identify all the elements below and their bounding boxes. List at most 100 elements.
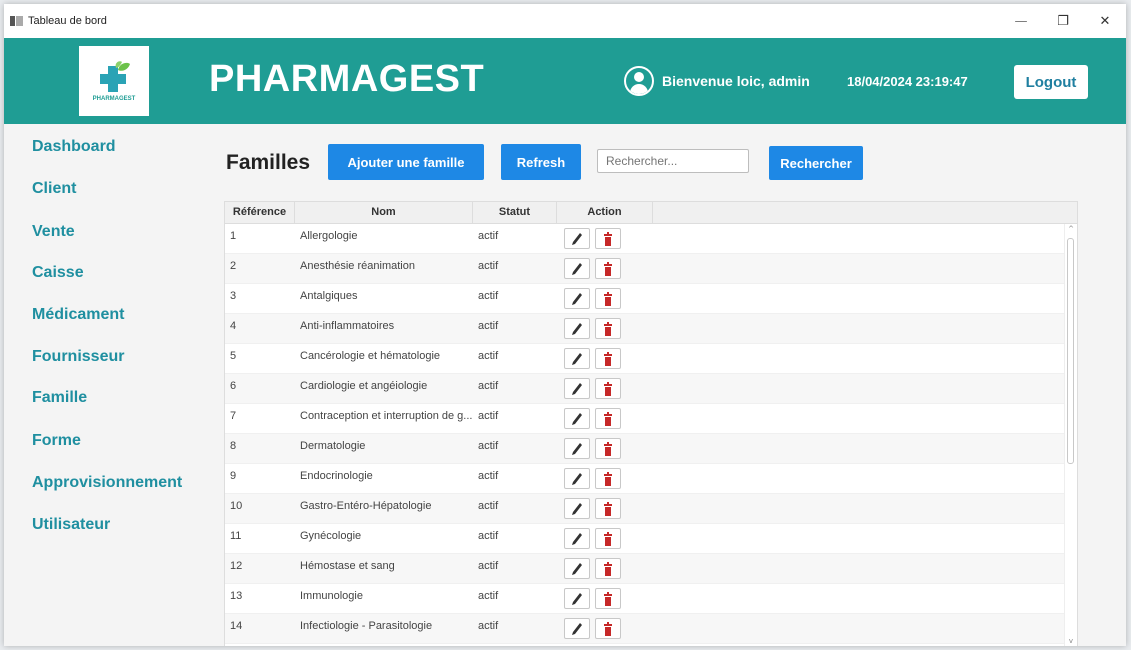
sidebar-item-approvisionnement[interactable]: Approvisionnement [32,474,182,492]
edit-button[interactable] [564,618,590,639]
table-row[interactable]: 14 Infectiologie - Parasitologie actif [225,614,1077,644]
delete-button[interactable] [595,348,621,369]
table-row[interactable]: 13 Immunologie actif [225,584,1077,614]
column-header-action[interactable]: Action [557,202,653,223]
pencil-icon [572,322,582,335]
edit-button[interactable] [564,528,590,549]
minimize-button[interactable]: — [1000,6,1042,36]
scroll-up-icon[interactable]: ^ [1067,225,1075,233]
table-row[interactable]: 4 Anti-inflammatoires actif [225,314,1077,344]
edit-button[interactable] [564,258,590,279]
delete-button[interactable] [595,498,621,519]
table-row[interactable]: 5 Cancérologie et hématologie actif [225,344,1077,374]
search-input[interactable] [597,149,749,173]
cell-reference: 13 [230,590,243,602]
minimize-icon: — [1014,13,1028,29]
scroll-down-icon[interactable]: v [1067,637,1075,645]
edit-button[interactable] [564,558,590,579]
close-window-button[interactable]: ✕ [1084,6,1126,36]
table-row[interactable]: 11 Gynécologie actif [225,524,1077,554]
sidebar-item-vente[interactable]: Vente [32,223,75,241]
pencil-icon [572,232,582,245]
edit-button[interactable] [564,228,590,249]
trash-icon [604,261,612,276]
cell-reference: 4 [230,320,237,332]
edit-button[interactable] [564,588,590,609]
sidebar-item-client[interactable]: Client [32,180,76,198]
search-button[interactable]: Rechercher [769,146,863,180]
table-row[interactable]: 12 Hémostase et sang actif [225,554,1077,584]
trash-icon [604,561,612,576]
table-row[interactable]: 2 Anesthésie réanimation actif [225,254,1077,284]
column-header-nom[interactable]: Nom [295,202,473,223]
trash-icon [604,471,612,486]
trash-icon [604,591,612,606]
delete-button[interactable] [595,318,621,339]
delete-button[interactable] [595,408,621,429]
trash-icon [604,291,612,306]
brand-title: PHARMAGEST [209,58,485,100]
sidebar-item-medicament[interactable]: Médicament [32,306,124,324]
maximize-button[interactable]: ❐ [1042,6,1084,36]
cell-statut: actif [473,644,557,646]
cell-reference: 11 [230,530,242,542]
trash-icon [604,411,612,426]
edit-button[interactable] [564,498,590,519]
edit-button[interactable] [564,378,590,399]
cell-reference: 9 [230,470,237,482]
trash-icon [604,321,612,336]
cell-statut: actif [478,440,499,452]
scroll-thumb[interactable] [1067,238,1074,464]
table-row[interactable]: 15Métabolisme et nutritionactif [225,644,1077,646]
delete-button[interactable] [595,438,621,459]
cell-nom: Anesthésie réanimation [300,260,415,272]
edit-button[interactable] [564,288,590,309]
cell-nom: Dermatologie [300,440,366,452]
logout-button[interactable]: Logout [1014,65,1088,99]
user-info: Bienvenue loic, admin [624,66,810,96]
pharmacy-cross-icon [100,61,130,92]
column-header-statut[interactable]: Statut [473,202,557,223]
delete-button[interactable] [595,468,621,489]
table-row[interactable]: 9 Endocrinologie actif [225,464,1077,494]
sidebar-item-famille[interactable]: Famille [32,389,87,407]
table-row[interactable]: 7 Contraception et interruption de g... ac… [225,404,1077,434]
cell-nom: Anti-inflammatoires [300,320,395,332]
delete-button[interactable] [595,258,621,279]
delete-button[interactable] [595,618,621,639]
pencil-icon [572,262,582,275]
delete-button[interactable] [595,228,621,249]
edit-button[interactable] [564,348,590,369]
sidebar-item-fournisseur[interactable]: Fournisseur [32,348,124,366]
column-header-reference[interactable]: Référence [225,202,295,223]
cell-reference: 12 [230,560,243,572]
sidebar-item-utilisateur[interactable]: Utilisateur [32,516,110,534]
sidebar: Dashboard Client Vente Caisse Médicament… [4,124,204,646]
edit-button[interactable] [564,318,590,339]
delete-button[interactable] [595,528,621,549]
edit-button[interactable] [564,408,590,429]
edit-button[interactable] [564,468,590,489]
delete-button[interactable] [595,378,621,399]
table-row[interactable]: 6 Cardiologie et angéiologie actif [225,374,1077,404]
trash-icon [604,621,612,636]
edit-button[interactable] [564,438,590,459]
delete-button[interactable] [595,288,621,309]
sidebar-item-forme[interactable]: Forme [32,432,81,450]
cell-statut: actif [478,620,499,632]
table-row[interactable]: 1 Allergologie actif [225,224,1077,254]
delete-button[interactable] [595,588,621,609]
add-famille-button[interactable]: Ajouter une famille [328,144,484,180]
cell-reference: 14 [230,620,243,632]
delete-button[interactable] [595,558,621,579]
refresh-button[interactable]: Refresh [501,144,581,180]
sidebar-item-caisse[interactable]: Caisse [32,264,84,282]
pencil-icon [572,622,582,635]
table-row[interactable]: 3 Antalgiques actif [225,284,1077,314]
sidebar-item-dashboard[interactable]: Dashboard [32,138,116,156]
table-scrollbar[interactable]: ^ v [1064,224,1077,646]
cell-nom: Cardiologie et angéiologie [300,380,428,392]
table-row[interactable]: 10 Gastro-Entéro-Hépatologie actif [225,494,1077,524]
pencil-icon [572,442,582,455]
table-row[interactable]: 8 Dermatologie actif [225,434,1077,464]
